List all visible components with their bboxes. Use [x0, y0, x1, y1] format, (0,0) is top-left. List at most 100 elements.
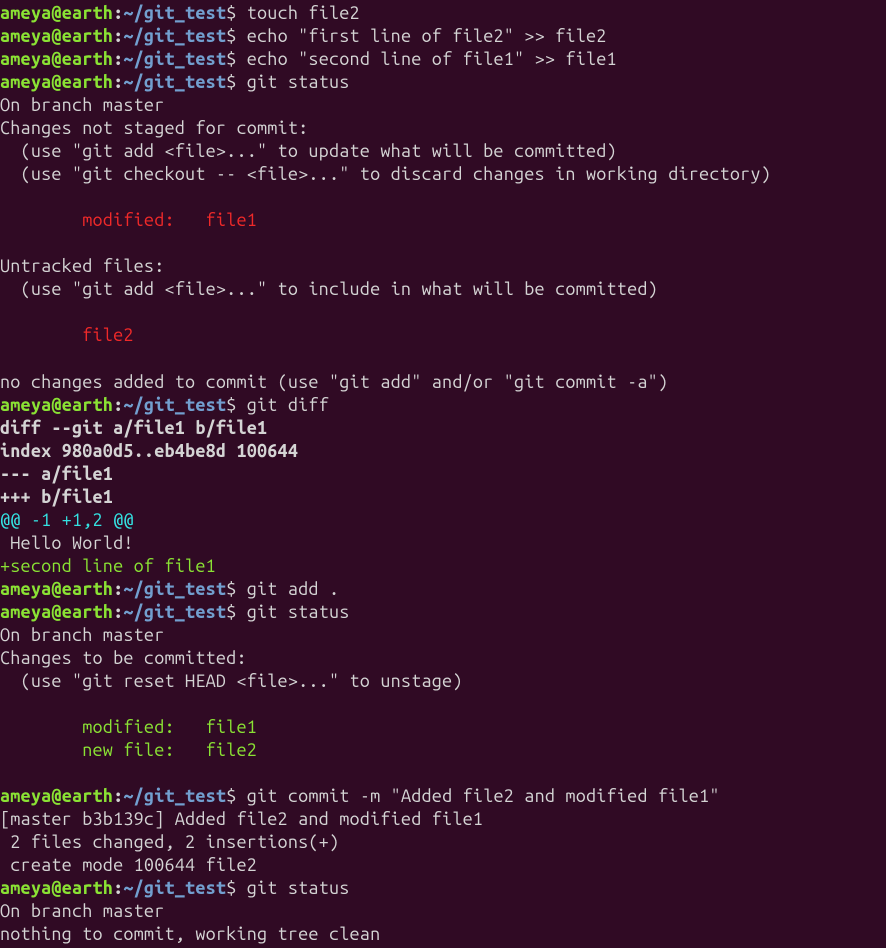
prompt-dollar: $ — [226, 72, 247, 92]
prompt-line: ameya@earth:~/git_test$ git status — [0, 877, 886, 900]
output-line: [master b3b139c] Added file2 and modifie… — [0, 808, 886, 831]
command-text: touch file2 — [247, 3, 360, 23]
output-line: Hello World! — [0, 532, 886, 555]
prompt-at: @ — [51, 72, 61, 92]
prompt-user: ameya — [0, 602, 51, 622]
prompt-line: ameya@earth:~/git_test$ git status — [0, 601, 886, 624]
prompt-host: earth — [62, 26, 113, 46]
output-line: (use "git add <file>..." to update what … — [0, 140, 886, 163]
git-status-green: new file: file2 — [0, 739, 886, 762]
prompt-host: earth — [62, 602, 113, 622]
prompt-at: @ — [51, 786, 61, 806]
diff-header: +++ b/file1 — [0, 486, 886, 509]
prompt-dollar: $ — [226, 786, 247, 806]
prompt-user: ameya — [0, 49, 51, 69]
diff-header: --- a/file1 — [0, 463, 886, 486]
diff-hunk-header: @@ -1 +1,2 @@ — [0, 509, 886, 532]
prompt-host: earth — [62, 878, 113, 898]
output-line — [0, 762, 886, 785]
prompt-line: ameya@earth:~/git_test$ touch file2 — [0, 2, 886, 25]
output-line: no changes added to commit (use "git add… — [0, 371, 886, 394]
command-text: git status — [247, 72, 350, 92]
prompt-user: ameya — [0, 72, 51, 92]
prompt-path: ~/git_test — [123, 26, 226, 46]
prompt-dollar: $ — [226, 49, 247, 69]
prompt-colon: : — [113, 579, 123, 599]
prompt-dollar: $ — [226, 395, 247, 415]
prompt-at: @ — [51, 395, 61, 415]
prompt-host: earth — [62, 49, 113, 69]
command-text: git status — [247, 602, 350, 622]
prompt-colon: : — [113, 395, 123, 415]
prompt-line: ameya@earth:~/git_test$ git diff — [0, 394, 886, 417]
output-line — [0, 301, 886, 324]
prompt-dollar: $ — [226, 878, 247, 898]
prompt-path: ~/git_test — [123, 49, 226, 69]
prompt-colon: : — [113, 602, 123, 622]
terminal-output[interactable]: ameya@earth:~/git_test$ touch file2ameya… — [0, 2, 886, 946]
prompt-colon: : — [113, 72, 123, 92]
output-line: On branch master — [0, 624, 886, 647]
prompt-path: ~/git_test — [123, 395, 226, 415]
diff-header: index 980a0d5..eb4be8d 100644 — [0, 440, 886, 463]
command-text: git status — [247, 878, 350, 898]
command-text: git commit -m "Added file2 and modified … — [247, 786, 720, 806]
prompt-user: ameya — [0, 878, 51, 898]
output-line: On branch master — [0, 900, 886, 923]
command-text: git diff — [247, 395, 329, 415]
prompt-dollar: $ — [226, 602, 247, 622]
prompt-at: @ — [51, 579, 61, 599]
output-line: 2 files changed, 2 insertions(+) — [0, 831, 886, 854]
prompt-host: earth — [62, 579, 113, 599]
prompt-user: ameya — [0, 395, 51, 415]
prompt-line: ameya@earth:~/git_test$ echo "second lin… — [0, 48, 886, 71]
git-status-red: file2 — [0, 324, 886, 347]
prompt-line: ameya@earth:~/git_test$ git status — [0, 71, 886, 94]
output-line: (use "git add <file>..." to include in w… — [0, 278, 886, 301]
output-line: Changes not staged for commit: — [0, 117, 886, 140]
prompt-colon: : — [113, 26, 123, 46]
prompt-at: @ — [51, 3, 61, 23]
output-line: Untracked files: — [0, 255, 886, 278]
prompt-path: ~/git_test — [123, 786, 226, 806]
output-line — [0, 232, 886, 255]
prompt-host: earth — [62, 786, 113, 806]
prompt-host: earth — [62, 3, 113, 23]
output-line — [0, 347, 886, 370]
prompt-user: ameya — [0, 579, 51, 599]
output-line: create mode 100644 file2 — [0, 854, 886, 877]
prompt-colon: : — [113, 786, 123, 806]
git-status-green: +second line of file1 — [0, 555, 886, 578]
diff-header: diff --git a/file1 b/file1 — [0, 417, 886, 440]
git-status-red: modified: file1 — [0, 209, 886, 232]
prompt-path: ~/git_test — [123, 602, 226, 622]
prompt-line: ameya@earth:~/git_test$ git add . — [0, 578, 886, 601]
prompt-line: ameya@earth:~/git_test$ echo "first line… — [0, 25, 886, 48]
output-line: (use "git checkout -- <file>..." to disc… — [0, 163, 886, 186]
output-line: On branch master — [0, 94, 886, 117]
prompt-colon: : — [113, 3, 123, 23]
prompt-path: ~/git_test — [123, 72, 226, 92]
prompt-at: @ — [51, 26, 61, 46]
prompt-path: ~/git_test — [123, 579, 226, 599]
command-text: git add . — [247, 579, 340, 599]
prompt-dollar: $ — [226, 3, 247, 23]
command-text: echo "second line of file1" >> file1 — [247, 49, 617, 69]
prompt-at: @ — [51, 878, 61, 898]
prompt-at: @ — [51, 49, 61, 69]
prompt-host: earth — [62, 395, 113, 415]
prompt-colon: : — [113, 49, 123, 69]
prompt-colon: : — [113, 878, 123, 898]
output-line: nothing to commit, working tree clean — [0, 923, 886, 946]
output-line — [0, 693, 886, 716]
prompt-path: ~/git_test — [123, 3, 226, 23]
prompt-user: ameya — [0, 786, 51, 806]
command-text: echo "first line of file2" >> file2 — [247, 26, 607, 46]
git-status-green: modified: file1 — [0, 716, 886, 739]
prompt-user: ameya — [0, 26, 51, 46]
prompt-dollar: $ — [226, 579, 247, 599]
output-line: (use "git reset HEAD <file>..." to unsta… — [0, 670, 886, 693]
prompt-at: @ — [51, 602, 61, 622]
prompt-path: ~/git_test — [123, 878, 226, 898]
output-line — [0, 186, 886, 209]
